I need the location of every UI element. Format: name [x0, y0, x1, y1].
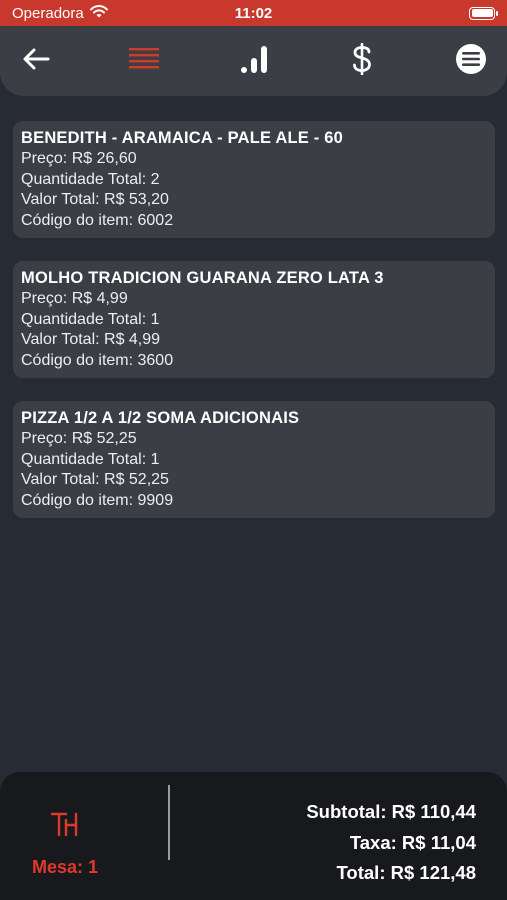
item-code: Código do item: 9909 — [21, 491, 174, 509]
menu-circle-icon — [455, 43, 487, 80]
item-quantity: Quantidade Total: 1 — [21, 310, 160, 328]
status-left: Operadora — [12, 5, 108, 22]
dollar-icon — [351, 42, 373, 80]
footer-divider — [168, 785, 170, 860]
item-quantity: Quantidade Total: 1 — [21, 450, 160, 468]
back-arrow-icon — [22, 47, 50, 76]
list-item[interactable]: MOLHO TRADICION GUARANA ZERO LATA 3 Preç… — [13, 261, 495, 378]
item-price: Preço: R$ 4,99 — [21, 290, 128, 307]
carrier-label: Operadora — [12, 4, 84, 22]
nav-bar — [0, 26, 507, 96]
table-number-label: Mesa: 1 — [32, 857, 99, 877]
order-screen: Operadora 11:02 BENEDITH - ARAMAICA - PA… — [0, 0, 507, 900]
item-price: Preço: R$ 26,60 — [21, 150, 137, 167]
list-item[interactable]: PIZZA 1/2 A 1/2 SOMA ADICIONAIS Preço: R… — [13, 401, 495, 518]
order-item-list: BENEDITH - ARAMAICA - PALE ALE - 60 Preç… — [13, 121, 495, 541]
battery-fill — [471, 9, 493, 17]
list-tab-button[interactable] — [122, 39, 166, 83]
item-code: Código do item: 3600 — [21, 351, 174, 369]
list-icon — [129, 47, 159, 76]
status-bar: Operadora 11:02 — [0, 0, 507, 26]
battery-icon — [469, 6, 498, 20]
service-fee-value: Taxa: R$ 11,04 — [349, 831, 476, 853]
menu-button[interactable] — [449, 39, 493, 83]
item-code: Código do item: 6002 — [21, 211, 174, 229]
list-item[interactable]: BENEDITH - ARAMAICA - PALE ALE - 60 Preç… — [13, 121, 495, 238]
item-name: BENEDITH - ARAMAICA - PALE ALE - 60 — [21, 129, 344, 147]
grand-total-value: Total: R$ 121,48 — [336, 862, 477, 883]
restaurant-logo-icon — [50, 810, 78, 838]
item-price: Preço: R$ 52,25 — [21, 430, 137, 447]
payment-tab-button[interactable] — [340, 39, 384, 83]
chart-bars-icon — [240, 44, 268, 79]
item-total-value: Valor Total: R$ 53,20 — [21, 191, 169, 208]
back-button[interactable] — [14, 39, 58, 83]
item-name: MOLHO TRADICION GUARANA ZERO LATA 3 — [21, 269, 384, 287]
stats-tab-button[interactable] — [232, 39, 276, 83]
item-total-value: Valor Total: R$ 4,99 — [21, 331, 161, 348]
totals-block: Subtotal: R$ 110,44 Taxa: R$ 11,04 Total… — [306, 797, 476, 889]
item-name: PIZZA 1/2 A 1/2 SOMA ADICIONAIS — [21, 409, 300, 427]
item-quantity: Quantidade Total: 2 — [21, 170, 160, 188]
order-summary-footer: Mesa: 1 Subtotal: R$ 110,44 Taxa: R$ 11,… — [0, 772, 507, 900]
wifi-icon — [89, 4, 108, 22]
subtotal-value: Subtotal: R$ 110,44 — [306, 801, 476, 822]
item-total-value: Valor Total: R$ 52,25 — [21, 471, 169, 488]
